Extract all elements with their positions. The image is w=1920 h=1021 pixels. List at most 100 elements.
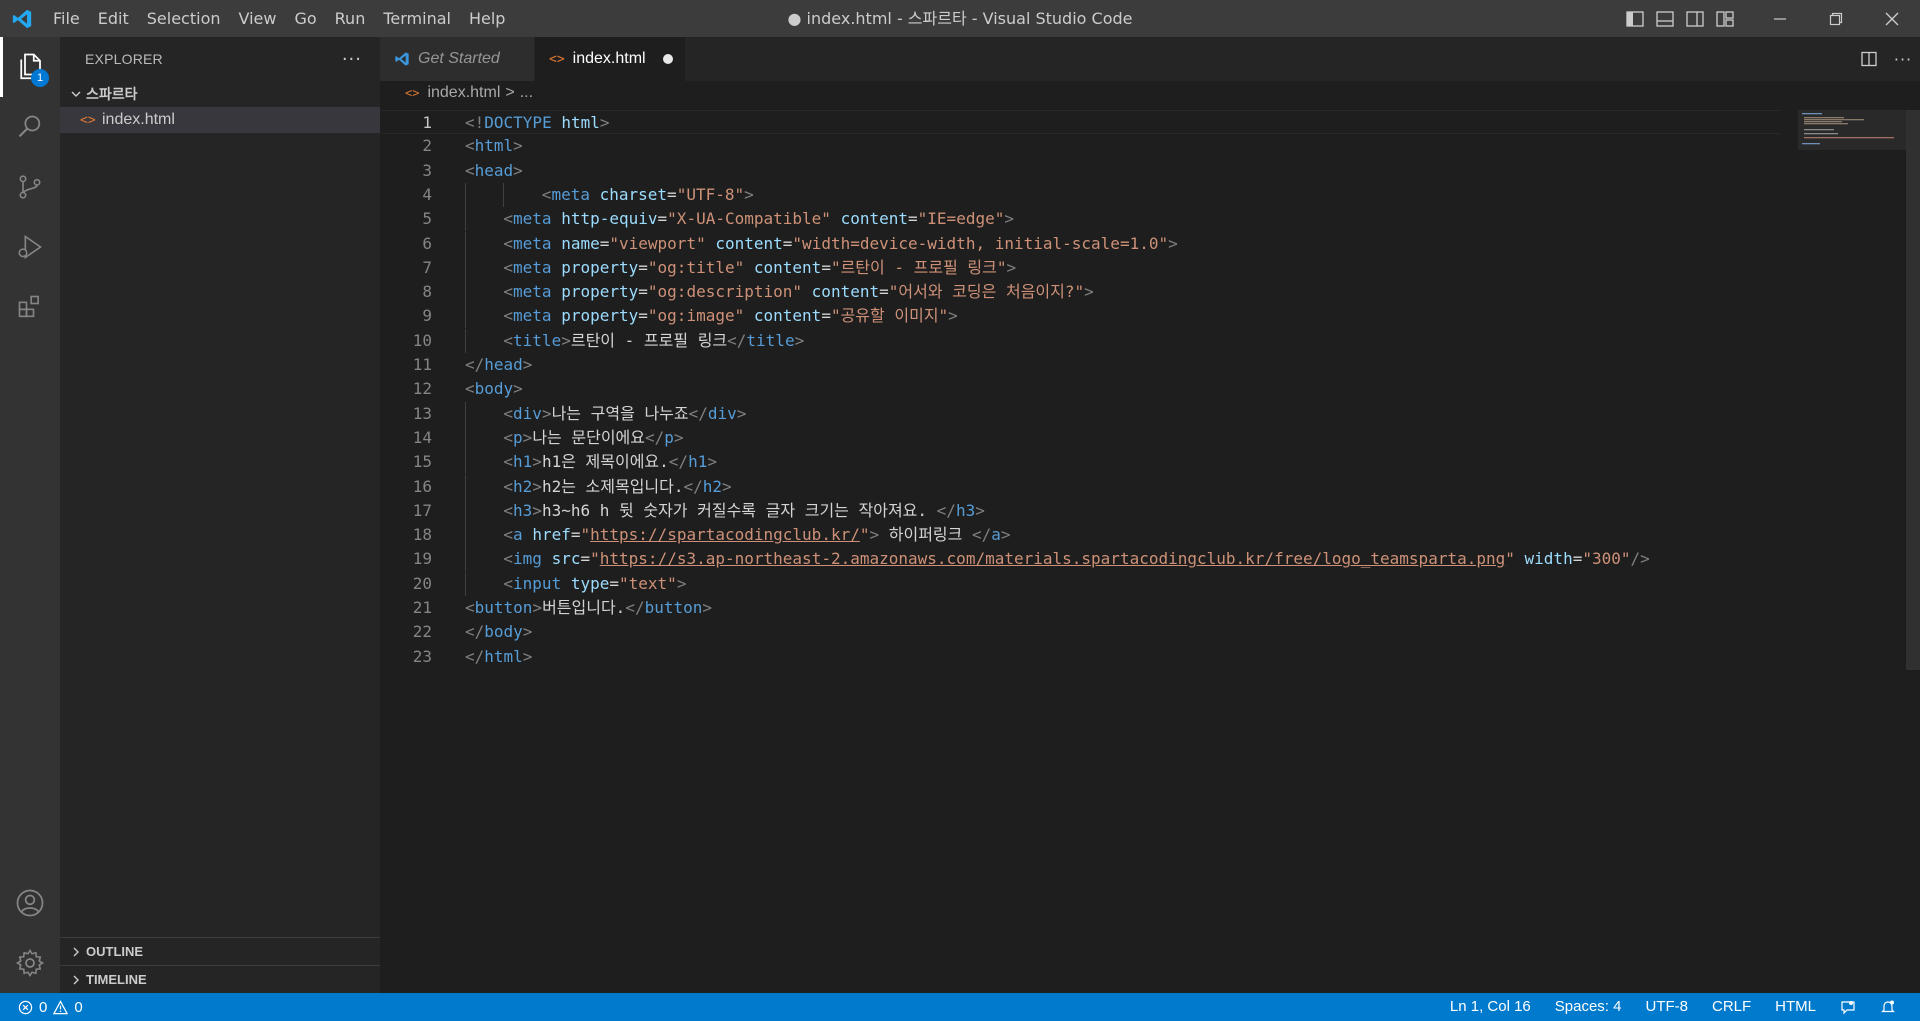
code-token: head [474, 160, 514, 180]
code-token: button [474, 598, 533, 617]
line-number: 5 [422, 209, 432, 229]
run-debug-activity[interactable] [0, 217, 60, 277]
code-line[interactable]: 19 <img src="https://s3.ap-northeast-2.am… [380, 547, 1780, 572]
code-line[interactable]: 6 <meta name="viewport" content="width=de… [380, 231, 1780, 256]
code-line[interactable]: 3 <head> [380, 159, 1780, 183]
scrollbar[interactable] [1906, 110, 1920, 670]
customize-layout-button[interactable] [1712, 0, 1738, 37]
encoding[interactable]: UTF-8 [1633, 993, 1700, 1021]
code-line[interactable]: 18 <a href="https://spartacodingclub.kr/"… [380, 523, 1780, 548]
toggle-secondary-sidebar-button[interactable] [1682, 0, 1708, 37]
code-line[interactable]: 11 </head> [380, 353, 1780, 377]
cursor-position[interactable]: Ln 1, Col 16 [1438, 993, 1543, 1021]
search-activity[interactable] [0, 97, 60, 157]
sidebar-title: EXPLORER [85, 51, 163, 67]
source-control-icon [19, 175, 41, 199]
problems-indicator[interactable]: 0 0 [0, 993, 83, 1021]
notifications-icon[interactable] [1868, 993, 1908, 1021]
indent-guide [465, 304, 466, 329]
tab-index-html[interactable]: <> index.html [535, 37, 685, 81]
code-line[interactable]: 16 <h2>h2는 소제목입니다.</h2> [380, 474, 1780, 499]
outline-section[interactable]: OUTLINE [60, 937, 380, 965]
code-token: > [561, 330, 571, 350]
code-line[interactable]: 12 <body> [380, 377, 1780, 401]
folder-row[interactable]: 스파르타 [60, 81, 380, 107]
extensions-activity[interactable] [0, 277, 60, 337]
line-number: 23 [412, 646, 432, 666]
code-line[interactable]: 8 <meta property="og:description" content… [380, 280, 1780, 305]
code-text: <meta charset="UTF-8"> [542, 183, 754, 207]
code-editor[interactable]: 1 <!DOCTYPE html> 2 <html> 3 <head> 4 <meta cha… [380, 110, 1920, 993]
menu-help[interactable]: Help [460, 0, 514, 37]
search-icon [18, 115, 41, 138]
accounts-activity[interactable] [0, 873, 60, 933]
breadcrumb-file[interactable]: index.html [427, 84, 500, 102]
code-line[interactable]: 13 <div>나는 구역을 나누죠</div> [380, 401, 1780, 426]
more-actions-icon[interactable]: ··· [342, 49, 362, 70]
menu-go[interactable]: Go [285, 0, 325, 37]
code-text: <html> [465, 134, 523, 158]
code-line[interactable]: 9 <meta property="og:image" content="공유할 … [380, 304, 1780, 329]
menu-edit[interactable]: Edit [89, 0, 138, 37]
indentation[interactable]: Spaces: 4 [1543, 993, 1634, 1021]
menu-run[interactable]: Run [326, 0, 375, 37]
code-line[interactable]: 22 </body> [380, 620, 1780, 644]
line-number: 4 [422, 184, 432, 204]
minimap[interactable] [1798, 110, 1906, 150]
breadcrumb-rest[interactable]: ... [520, 84, 533, 102]
timeline-section[interactable]: TIMELINE [60, 965, 380, 993]
html-file-icon: <> [405, 86, 420, 100]
unsaved-dot-icon[interactable] [663, 54, 673, 64]
toggle-primary-sidebar-button[interactable] [1622, 0, 1648, 37]
code-token: 나는 문단이에요 [532, 427, 645, 447]
code-line[interactable]: 2 <html> [380, 134, 1780, 158]
indent-guide [465, 280, 466, 305]
code-line[interactable]: 21 <button>버튼입니다.</button> [380, 596, 1780, 620]
code-line[interactable]: 17 <h3>h3~h6 h 뒷 숫자가 커질수록 글자 크기는 작아져요. </… [380, 498, 1780, 523]
code-token: = [667, 184, 677, 204]
line-number: 14 [412, 427, 432, 447]
file-item-index-html[interactable]: <> index.html [60, 107, 380, 133]
code-line[interactable]: 7 <meta property="og:title" content="르탄이 … [380, 255, 1780, 280]
code-token: > [707, 452, 717, 472]
split-editor-button[interactable] [1852, 37, 1886, 81]
code-text: <meta property="og:image" content="공유할 이… [503, 304, 957, 328]
code-token: "어서와 코딩은 처음이지?" [888, 282, 1085, 302]
close-button[interactable] [1864, 0, 1920, 37]
indent-guide [465, 182, 466, 207]
end-of-line[interactable]: CRLF [1700, 993, 1763, 1021]
code-line[interactable]: 15 <h1>h1은 제목이에요.</h1> [380, 450, 1780, 475]
code-line[interactable]: 10 <title>르탄이 - 프로필 링크</title> [380, 328, 1780, 353]
gear-icon [15, 948, 45, 978]
minimize-button[interactable] [1752, 0, 1808, 37]
restore-button[interactable] [1808, 0, 1864, 37]
error-icon [18, 1000, 33, 1015]
menu-terminal[interactable]: Terminal [374, 0, 460, 37]
code-line[interactable]: 4 <meta charset="UTF-8"> [380, 182, 1780, 207]
code-line[interactable]: 20 <input type="text"> [380, 571, 1780, 596]
code-line[interactable]: 1 <!DOCTYPE html> [380, 110, 1780, 134]
explorer-activity[interactable]: 1 [0, 37, 60, 97]
toggle-panel-button[interactable] [1652, 0, 1678, 37]
feedback-icon[interactable] [1828, 993, 1868, 1021]
code-token: </ [668, 452, 689, 472]
code-line[interactable]: 5 <meta http-equiv="X-UA-Compatible" cont… [380, 207, 1780, 232]
code-token: < [503, 209, 514, 229]
more-actions-button[interactable]: ··· [1886, 37, 1920, 81]
menu-file[interactable]: File [44, 0, 89, 37]
code-line[interactable]: 14 <p>나는 문단이에요</p> [380, 425, 1780, 450]
menu-view[interactable]: View [230, 0, 286, 37]
code-text: <body> [465, 377, 523, 401]
code-line[interactable]: 23 </html> [380, 645, 1780, 669]
code-token: </ [688, 403, 708, 423]
code-text: <h1>h1은 제목이에요.</h1> [503, 450, 717, 474]
menu-selection[interactable]: Selection [138, 0, 230, 37]
tab-get-started[interactable]: Get Started [380, 37, 535, 81]
code-token: html [474, 136, 514, 156]
manage-activity[interactable] [0, 933, 60, 993]
code-token: > [1084, 282, 1094, 302]
source-control-activity[interactable] [0, 157, 60, 217]
code-token: > [541, 403, 552, 423]
language-mode[interactable]: HTML [1763, 993, 1828, 1021]
